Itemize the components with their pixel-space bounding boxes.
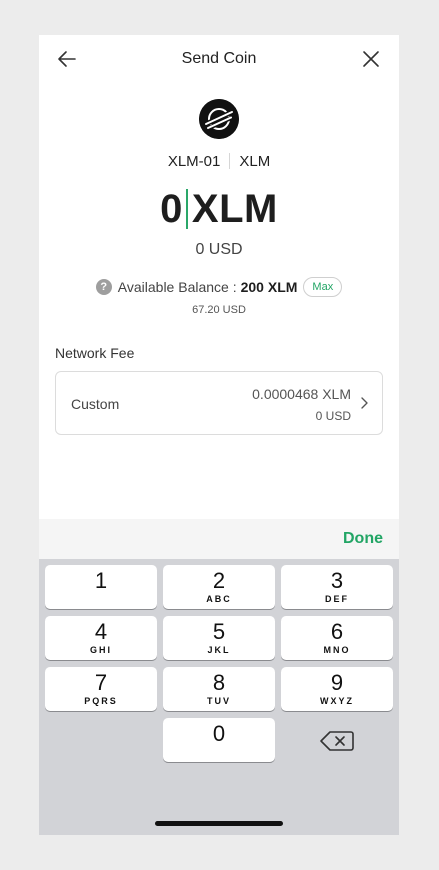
amount-input[interactable]: 0 XLM [39, 183, 399, 235]
send-coin-screen: Send Coin XLM-01 XLM 0 XLM 0 USD ? Avail… [39, 35, 399, 835]
header: Send Coin [39, 35, 399, 85]
fee-amount: 0.0000468 XLM [252, 386, 351, 402]
key-number: 8 [212, 670, 226, 695]
key-3[interactable]: 3 DEF [281, 565, 393, 609]
key-letters: GHI [89, 645, 112, 655]
amount-unit: XLM [191, 186, 278, 231]
amount-usd: 0 USD [195, 241, 243, 258]
network-fee-label: Network Fee [55, 345, 135, 361]
key-number: 4 [94, 619, 108, 644]
keyboard-toolbar: Done [39, 519, 399, 559]
home-indicator [155, 821, 283, 826]
key-9[interactable]: 9 WXYZ [281, 667, 393, 711]
key-letters: PQRS [84, 696, 118, 706]
numeric-keypad: 1 2 ABC 3 DEF 4 GHI 5 JKL 6 MNO 7 PQRS 8… [39, 559, 399, 835]
key-number: 9 [330, 670, 344, 695]
key-number: 5 [212, 619, 226, 644]
key-6[interactable]: 6 MNO [281, 616, 393, 660]
key-number: 1 [94, 568, 108, 593]
page-title: Send Coin [181, 50, 257, 67]
done-button[interactable]: Done [343, 530, 383, 548]
key-4[interactable]: 4 GHI [45, 616, 157, 660]
fee-type: Custom [71, 396, 120, 412]
account-name: XLM-01 [167, 152, 221, 170]
chevron-right-icon [361, 397, 368, 409]
key-letters: JKL [207, 645, 231, 655]
balance-usd: 67.20 USD [192, 304, 246, 316]
key-letters: TUV [207, 696, 231, 706]
key-0[interactable]: 0 [163, 718, 275, 762]
amount-value: 0 [160, 186, 183, 231]
text-caret [185, 189, 188, 229]
coin-symbol: XLM [239, 152, 271, 170]
key-number: 2 [212, 568, 226, 593]
key-letters: WXYZ [320, 696, 354, 706]
key-letters: DEF [325, 594, 349, 604]
backspace-icon[interactable] [319, 729, 355, 753]
key-2[interactable]: 2 ABC [163, 565, 275, 609]
key-5[interactable]: 5 JKL [163, 616, 275, 660]
key-8[interactable]: 8 TUV [163, 667, 275, 711]
key-number: 6 [330, 619, 344, 644]
balance-value: 200 XLM [240, 279, 298, 295]
network-fee-selector[interactable]: Custom 0.0000468 XLM 0 USD [55, 371, 383, 435]
available-balance: ? Available Balance : 200 XLM Max [39, 275, 399, 299]
close-icon[interactable] [359, 47, 383, 71]
key-letters: ABC [206, 594, 232, 604]
fee-usd: 0 USD [315, 409, 351, 423]
balance-label: Available Balance : [117, 279, 237, 295]
key-number: 0 [212, 721, 226, 746]
divider [229, 153, 231, 169]
key-1[interactable]: 1 [45, 565, 157, 609]
key-letters: MNO [323, 645, 351, 655]
max-button[interactable]: Max [303, 277, 343, 297]
key-number: 3 [330, 568, 344, 593]
key-number: 7 [94, 670, 108, 695]
key-7[interactable]: 7 PQRS [45, 667, 157, 711]
stellar-logo-icon [199, 99, 239, 139]
coin-info: XLM-01 XLM [39, 151, 399, 171]
question-icon[interactable]: ? [95, 279, 112, 295]
